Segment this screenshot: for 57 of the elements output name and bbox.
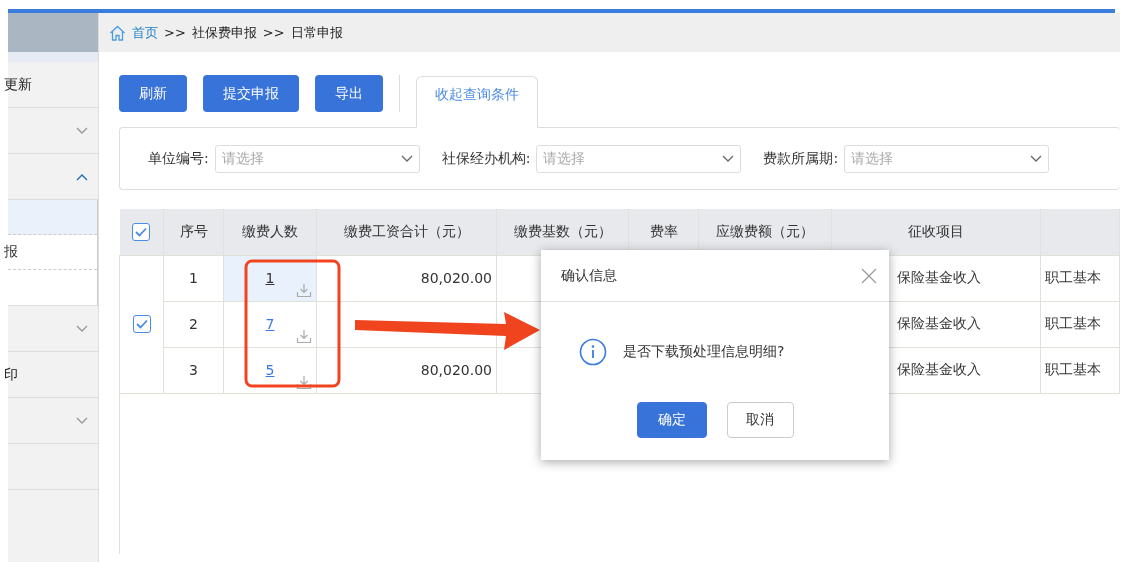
table-cell: 3 [189, 362, 198, 378]
breadcrumb-item[interactable]: 社保费申报 [191, 23, 257, 42]
table-cell: 职工基本 [1045, 361, 1101, 377]
column-header: 缴费基数（元） [496, 209, 629, 255]
chevron-down-icon [76, 126, 88, 135]
table-cell: 1 [189, 270, 198, 286]
toolbar-button[interactable]: 导出 [315, 75, 383, 112]
table-cell: 保险基金收入 [897, 315, 981, 331]
checkbox[interactable] [132, 315, 151, 333]
dialog-title: 确认信息 [561, 266, 617, 285]
caret-icon [722, 154, 735, 163]
toolbar-button[interactable]: 提交申报 [203, 75, 299, 112]
select-field[interactable]: 请选择 [844, 144, 1050, 173]
collapse-filter-tab[interactable]: 收起查询条件 [416, 76, 538, 128]
download-icon[interactable] [296, 374, 312, 390]
table-cell: 职工基本 [1045, 315, 1101, 331]
select-field[interactable]: 请选择 [536, 144, 742, 173]
table-cell: 80,020.00 [420, 362, 492, 378]
breadcrumb-item[interactable]: 日常申报 [290, 23, 343, 42]
count-link[interactable]: 5 [265, 362, 275, 378]
table-cell: 保险基金收入 [897, 361, 981, 377]
download-icon[interactable] [296, 328, 312, 344]
column-header: 缴费工资合计（元） [316, 209, 497, 255]
breadcrumb-separator: >> [262, 25, 285, 40]
table-cell: 80,020.00 [420, 270, 492, 286]
chevron-up-icon [76, 172, 88, 181]
menu-item[interactable]: 更新 [4, 75, 32, 94]
table-cell: 2 [189, 316, 198, 332]
filter-label: 社保经办机构: [441, 149, 531, 168]
caret-icon [1030, 154, 1043, 163]
count-link[interactable]: 1 [265, 270, 275, 286]
checkbox[interactable] [132, 222, 151, 241]
confirm-button[interactable]: 确定 [636, 402, 707, 438]
count-link[interactable]: 7 [265, 316, 275, 332]
table-cell: 职工基本 [1045, 269, 1101, 285]
cancel-button[interactable]: 取消 [726, 402, 794, 438]
caret-icon [400, 154, 413, 163]
table-cell: 保险基金收入 [897, 269, 981, 285]
select-field[interactable]: 请选择 [214, 144, 420, 173]
dialog-message: 是否下载预处理信息明细? [623, 343, 785, 361]
info-icon [579, 338, 607, 366]
close-icon[interactable] [861, 267, 877, 284]
chevron-down-icon [76, 416, 88, 425]
breadcrumb-item[interactable]: 首页 [132, 23, 158, 42]
chevron-down-icon [76, 324, 88, 333]
column-header: 序号 [163, 209, 224, 255]
filter-label: 单位编号: [148, 149, 209, 168]
breadcrumb-separator: >> [164, 25, 186, 40]
home-icon[interactable] [109, 24, 126, 41]
download-icon[interactable] [296, 282, 312, 298]
menu-item[interactable]: 印 [4, 365, 18, 384]
toolbar-button[interactable]: 刷新 [119, 75, 187, 112]
column-header: 缴费人数 [223, 209, 317, 255]
checkmark-icon [135, 226, 148, 237]
checkmark-icon [135, 319, 148, 329]
column-header: 征收项目 [831, 209, 1041, 255]
filter-label: 费款所属期: [763, 149, 839, 168]
